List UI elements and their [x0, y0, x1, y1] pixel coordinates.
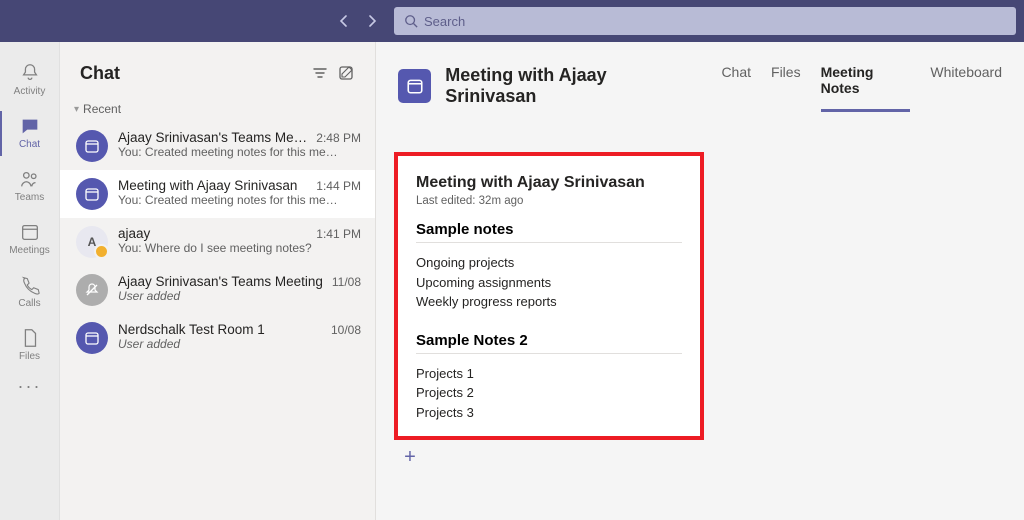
note-line: Ongoing projects: [416, 253, 682, 273]
top-bar: [0, 0, 1024, 42]
chevron-down-icon: ▾: [74, 104, 79, 115]
note-line: Projects 1: [416, 364, 682, 384]
chat-item-title: Ajaay Srinivasan's Teams Mee…: [118, 130, 308, 145]
rail-label: Files: [19, 351, 40, 362]
calendar-icon: [19, 221, 41, 243]
app-rail: Activity Chat Teams Meetings Calls Files…: [0, 42, 60, 520]
chat-item-title: Ajaay Srinivasan's Teams Meeting: [118, 274, 324, 289]
chat-item-preview: User added: [118, 289, 361, 303]
chat-icon: [19, 115, 41, 137]
rail-more-button[interactable]: ···: [18, 376, 42, 397]
chat-item[interactable]: A ajaay 1:41 PM You: Where do I see meeti…: [60, 218, 375, 266]
add-section-button[interactable]: +: [398, 446, 422, 469]
recent-label: Recent: [83, 102, 121, 116]
rail-label: Meetings: [9, 245, 50, 256]
note-line: Projects 3: [416, 403, 682, 423]
calendar-avatar-icon: [76, 130, 108, 162]
nav-back-button[interactable]: [334, 11, 354, 31]
tab-meeting-notes[interactable]: Meeting Notes: [821, 60, 911, 112]
chat-item-time: 2:48 PM: [316, 131, 361, 145]
page-title: Meeting with Ajaay Srinivasan: [445, 65, 697, 107]
nav-forward-button[interactable]: [362, 11, 382, 31]
note-line: Upcoming assignments: [416, 273, 682, 293]
bell-icon: [19, 62, 41, 84]
rail-label: Teams: [15, 192, 44, 203]
chat-item-time: 10/08: [331, 323, 361, 337]
divider: [416, 242, 682, 243]
note-line: Weekly progress reports: [416, 292, 682, 312]
rail-calls[interactable]: Calls: [0, 266, 60, 319]
chat-item-preview: You: Where do I see meeting notes?: [118, 241, 361, 255]
chat-item-time: 1:44 PM: [316, 179, 361, 193]
file-icon: [19, 327, 41, 349]
chat-item-preview: User added: [118, 337, 361, 351]
tabs: Chat Files Meeting Notes Whiteboard: [721, 60, 1002, 112]
section-heading: Sample Notes 2: [416, 332, 682, 349]
chat-item[interactable]: Ajaay Srinivasan's Teams Mee… 2:48 PM You…: [60, 122, 375, 170]
meeting-avatar-icon: [398, 69, 431, 103]
search-box[interactable]: [394, 7, 1016, 35]
muted-avatar-icon: [76, 274, 108, 306]
rail-files[interactable]: Files: [0, 319, 60, 372]
rail-chat[interactable]: Chat: [0, 107, 60, 160]
filter-button[interactable]: [307, 60, 333, 86]
new-chat-button[interactable]: [333, 60, 359, 86]
notes-document[interactable]: Meeting with Ajaay Srinivasan Last edite…: [394, 152, 704, 440]
chat-item-time: 11/08: [332, 275, 361, 289]
chat-item-title: Meeting with Ajaay Srinivasan: [118, 178, 308, 193]
teams-icon: [19, 168, 41, 190]
chat-item[interactable]: Meeting with Ajaay Srinivasan 1:44 PM You…: [60, 170, 375, 218]
content-area: Meeting with Ajaay Srinivasan Chat Files…: [376, 42, 1024, 520]
calendar-avatar-icon: [76, 178, 108, 210]
content-header: Meeting with Ajaay Srinivasan Chat Files…: [376, 42, 1024, 112]
chat-item-time: 1:41 PM: [316, 227, 361, 241]
notes-title: Meeting with Ajaay Srinivasan: [416, 174, 682, 192]
recent-section-toggle[interactable]: ▾ Recent: [60, 98, 375, 122]
rail-label: Activity: [14, 86, 46, 97]
chat-list-panel: Chat ▾ Recent Ajaay Srinivasan's Teams M…: [60, 42, 376, 520]
chat-item[interactable]: Ajaay Srinivasan's Teams Meeting 11/08 Us…: [60, 266, 375, 314]
divider: [416, 353, 682, 354]
rail-activity[interactable]: Activity: [0, 54, 60, 107]
chat-item-preview: You: Created meeting notes for this me…: [118, 193, 361, 207]
chat-item-title: ajaay: [118, 226, 308, 241]
rail-meetings[interactable]: Meetings: [0, 213, 60, 266]
chat-heading: Chat: [80, 63, 307, 84]
user-avatar: A: [76, 226, 108, 258]
tab-files[interactable]: Files: [771, 60, 801, 112]
tab-whiteboard[interactable]: Whiteboard: [930, 60, 1002, 112]
rail-teams[interactable]: Teams: [0, 160, 60, 213]
note-line: Projects 2: [416, 383, 682, 403]
chat-item[interactable]: Nerdschalk Test Room 1 10/08 User added: [60, 314, 375, 362]
rail-label: Chat: [19, 139, 40, 150]
phone-icon: [19, 274, 41, 296]
tab-chat[interactable]: Chat: [721, 60, 751, 112]
rail-label: Calls: [18, 298, 40, 309]
search-input[interactable]: [424, 14, 1006, 29]
nav-arrows: [334, 11, 382, 31]
section-heading: Sample notes: [416, 221, 682, 238]
search-icon: [404, 14, 418, 28]
chat-item-title: Nerdschalk Test Room 1: [118, 322, 323, 337]
calendar-avatar-icon: [76, 322, 108, 354]
notes-last-edited: Last edited: 32m ago: [416, 195, 682, 207]
chat-item-preview: You: Created meeting notes for this me…: [118, 145, 361, 159]
